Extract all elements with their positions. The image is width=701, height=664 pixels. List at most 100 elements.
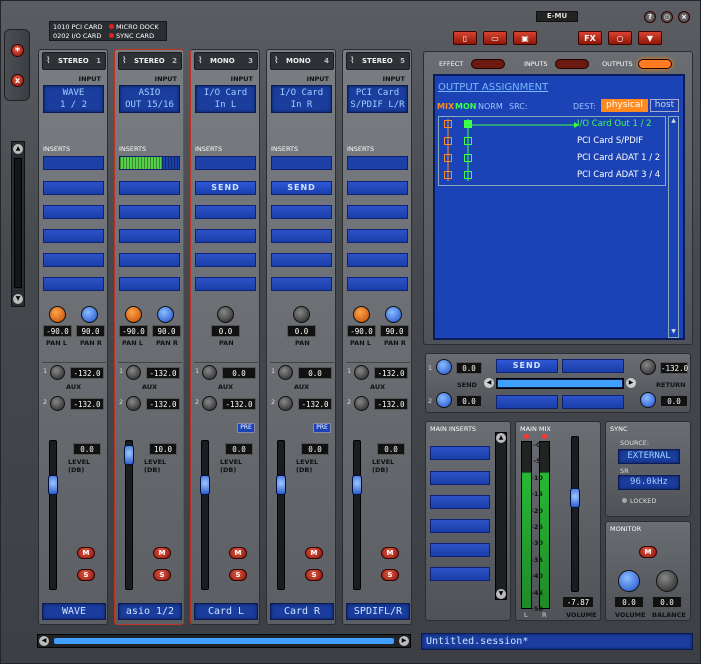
main-insert-slot-2[interactable]: [430, 471, 490, 485]
scroll-track[interactable]: [14, 158, 22, 288]
strip-name[interactable]: asio 1/2: [118, 603, 182, 620]
channel-fader[interactable]: [201, 440, 209, 590]
level-value[interactable]: 0.0: [73, 443, 101, 455]
fx-slot-2[interactable]: [496, 395, 558, 409]
fx-slot-1[interactable]: [562, 359, 624, 373]
pan-right-value[interactable]: 90.0: [152, 325, 181, 337]
aux-2-value[interactable]: -132.0: [70, 398, 104, 410]
aux-1-knob[interactable]: [50, 365, 65, 380]
aux-2-value[interactable]: -132.0: [298, 398, 332, 410]
scroll-down-icon[interactable]: ▼: [496, 589, 506, 599]
output-row-2[interactable]: PCI Card S/PDIF: [577, 136, 643, 146]
aux-1-value[interactable]: -132.0: [70, 367, 104, 379]
scroll-down-icon[interactable]: ▼: [669, 328, 678, 337]
pan-knob[interactable]: [217, 306, 234, 323]
solo-button[interactable]: S: [153, 569, 171, 581]
aux-1-knob[interactable]: [354, 365, 369, 380]
mixer-horizontal-scrollbar[interactable]: ◀ ▶: [37, 634, 411, 648]
channel-fader-cap[interactable]: [200, 475, 210, 495]
pan-right-knob[interactable]: [81, 306, 98, 323]
input-source[interactable]: PCI Card S/PDIF L/R: [347, 85, 408, 113]
scroll-up-icon[interactable]: ▲: [496, 433, 506, 443]
strip-name[interactable]: WAVE: [42, 603, 106, 620]
send-2-knob[interactable]: [436, 392, 452, 408]
new-session-button[interactable]: ▯: [453, 31, 477, 45]
output-row-1[interactable]: I/O Card Out 1 / 2: [577, 119, 652, 129]
main-insert-slot-6[interactable]: [430, 567, 490, 581]
mon-node-4[interactable]: [464, 171, 472, 179]
insert-slot[interactable]: [347, 229, 408, 243]
aux-2-value[interactable]: -132.0: [146, 398, 180, 410]
close-button[interactable]: ×: [678, 11, 690, 23]
aux-1-knob[interactable]: [278, 365, 293, 380]
star-button[interactable]: *: [11, 44, 24, 57]
insert-slot[interactable]: [271, 229, 332, 243]
aux-2-knob[interactable]: [354, 396, 369, 411]
output-row-3[interactable]: PCI Card ADAT 1 / 2: [577, 153, 660, 163]
pre-button[interactable]: PRE: [237, 423, 255, 433]
input-source[interactable]: WAVE 1 / 2: [43, 85, 104, 113]
scroll-right-icon[interactable]: ▶: [399, 636, 409, 646]
insert-slot[interactable]: [195, 229, 256, 243]
insert-slot[interactable]: [347, 277, 408, 291]
scroll-up-icon[interactable]: ▲: [669, 117, 678, 126]
open-session-button[interactable]: ▭: [483, 31, 507, 45]
monitor-balance-value[interactable]: 0.0: [652, 596, 682, 608]
monitor-mute-button[interactable]: M: [639, 546, 657, 558]
mute-button[interactable]: M: [381, 547, 399, 559]
main-insert-slot-3[interactable]: [430, 495, 490, 509]
strip-name[interactable]: Card R: [270, 603, 334, 620]
insert-slot[interactable]: [43, 253, 104, 267]
solo-button[interactable]: S: [381, 569, 399, 581]
solo-button[interactable]: S: [229, 569, 247, 581]
return-2-knob[interactable]: [640, 392, 656, 408]
insert-slot[interactable]: [119, 205, 180, 219]
level-value[interactable]: 0.0: [301, 443, 329, 455]
fx-left-arrow-icon[interactable]: ◀: [484, 378, 494, 388]
input-source[interactable]: ASIO OUT 15/16: [119, 85, 180, 113]
channel-fader-cap[interactable]: [352, 475, 362, 495]
routing-grid[interactable]: I/O Card Out 1 / 2 PCI Card S/PDIF PCI C…: [438, 116, 666, 186]
save-session-button[interactable]: ▣: [513, 31, 537, 45]
pan-left-value[interactable]: -90.0: [347, 325, 376, 337]
pan-left-value[interactable]: -90.0: [43, 325, 72, 337]
input-source[interactable]: I/O Card In L: [195, 85, 256, 113]
insert-slot[interactable]: [271, 277, 332, 291]
aux-2-value[interactable]: -132.0: [222, 398, 256, 410]
pan-value[interactable]: 0.0: [287, 325, 316, 337]
return-1-knob[interactable]: [640, 359, 656, 375]
level-value[interactable]: 0.0: [377, 443, 405, 455]
outputs-tab-label[interactable]: OUTPUTS: [602, 60, 633, 68]
insert-slot[interactable]: [347, 205, 408, 219]
aux-2-knob[interactable]: [278, 396, 293, 411]
host-button[interactable]: host: [650, 99, 679, 112]
send-2-value[interactable]: 0.0: [456, 395, 482, 407]
pan-right-value[interactable]: 90.0: [76, 325, 105, 337]
insert-slot[interactable]: [119, 229, 180, 243]
strip-scrollbar[interactable]: ▲ ▼: [11, 141, 25, 307]
effect-tab-led[interactable]: [471, 59, 505, 69]
send-insert-button[interactable]: SEND: [271, 181, 332, 195]
close-side-button[interactable]: x: [11, 74, 24, 87]
solo-button[interactable]: S: [305, 569, 323, 581]
send-1-knob[interactable]: [436, 359, 452, 375]
return-2-value[interactable]: 0.0: [660, 395, 688, 407]
pan-right-knob[interactable]: [385, 306, 402, 323]
mute-button[interactable]: M: [153, 547, 171, 559]
menu-button[interactable]: ▼: [638, 31, 662, 45]
send-insert-button[interactable]: SEND: [195, 181, 256, 195]
pan-right-knob[interactable]: [157, 306, 174, 323]
strip-name[interactable]: Card L: [194, 603, 258, 620]
fx-scroll-thumb[interactable]: [498, 380, 622, 387]
outputs-tab-led[interactable]: [638, 59, 672, 69]
insert-slot[interactable]: [119, 181, 180, 195]
channel-fader-cap[interactable]: [276, 475, 286, 495]
pan-value[interactable]: 0.0: [211, 325, 240, 337]
main-insert-slot-5[interactable]: [430, 543, 490, 557]
insert-slot[interactable]: [195, 277, 256, 291]
aux-2-value[interactable]: -132.0: [374, 398, 408, 410]
pan-left-knob[interactable]: [125, 306, 142, 323]
main-insert-slot-1[interactable]: [430, 446, 490, 460]
mix-node-2[interactable]: [444, 137, 452, 145]
scroll-down-icon[interactable]: ▼: [13, 294, 23, 304]
